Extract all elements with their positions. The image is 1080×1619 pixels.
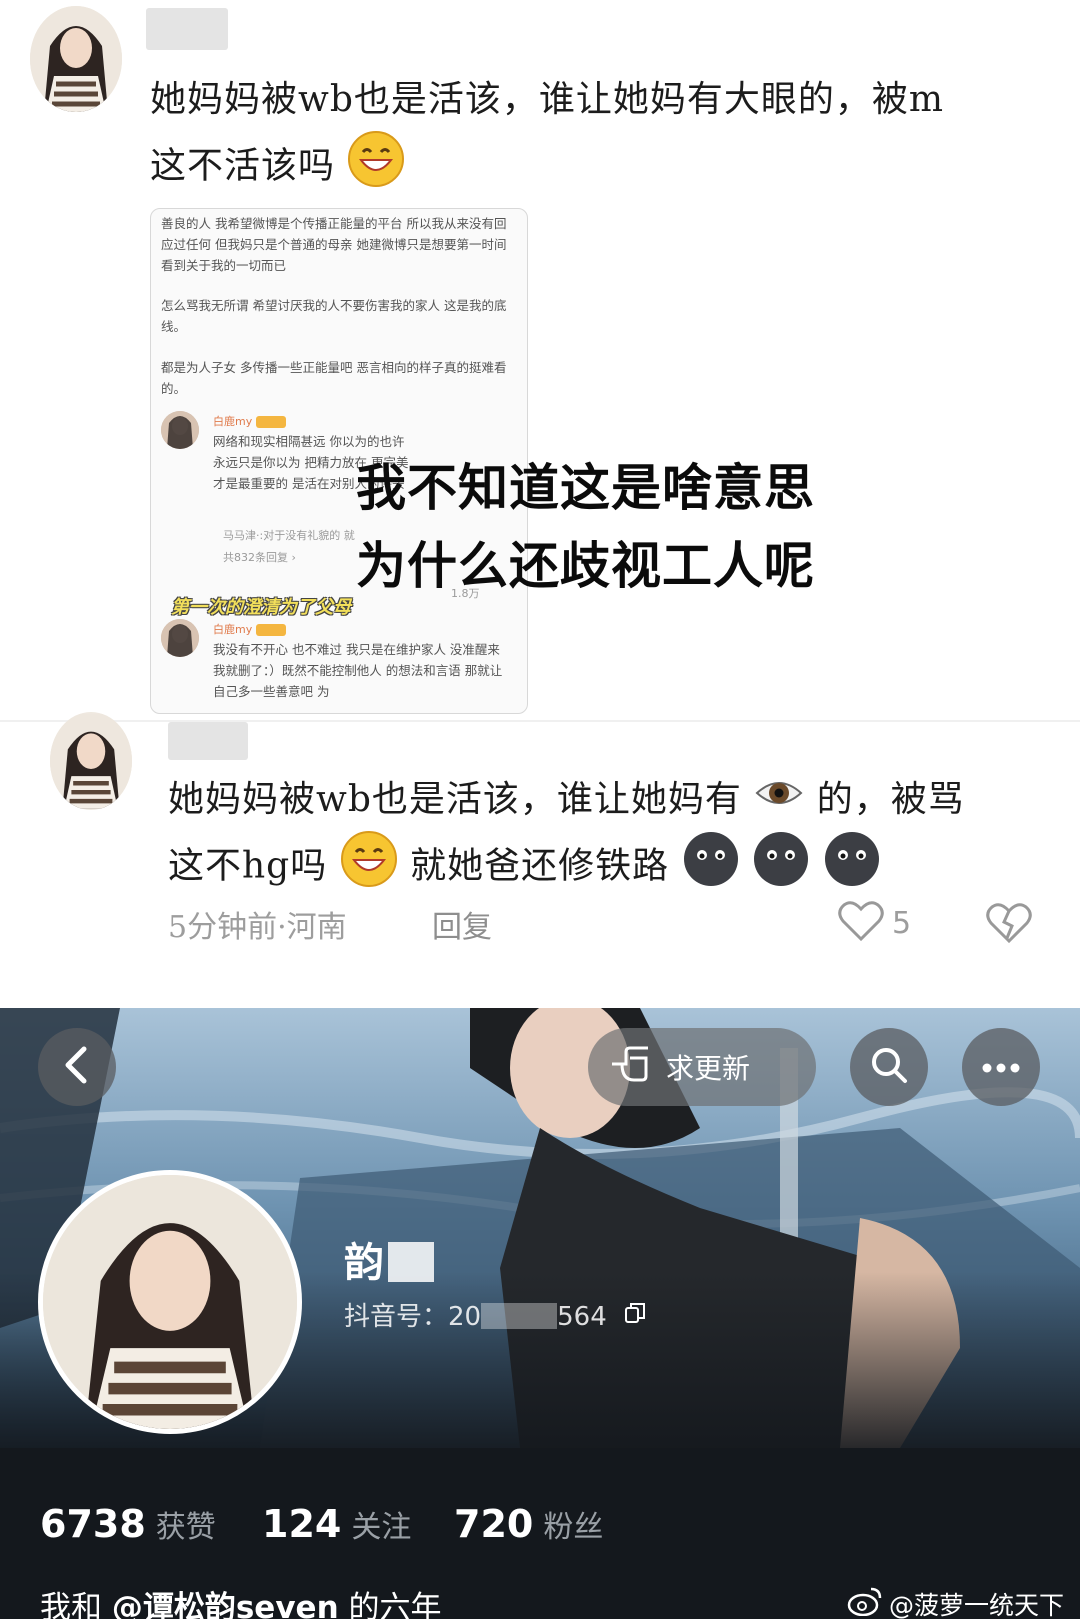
username-blurred[interactable] <box>146 8 228 50</box>
grin-emoji <box>347 130 405 207</box>
comment-1: 她妈妈被wb也是活该，谁让她妈有大眼的，被m 这不活该吗 善良的人 我希望微博是… <box>0 0 1080 720</box>
dark-face-emoji <box>682 830 740 907</box>
request-update-label: 求更新 <box>666 1052 751 1085</box>
profile-avatar[interactable] <box>38 1170 302 1434</box>
reply-username: 白鹿my <box>213 411 287 432</box>
heart-icon <box>838 900 884 946</box>
weibo-logo-icon <box>847 1586 883 1619</box>
username-blurred[interactable] <box>168 722 248 760</box>
stat-followers[interactable]: 720 粉丝 <box>454 1502 603 1546</box>
comment-text-b: 的，被骂 <box>816 779 965 820</box>
profile-bio: 我和 @谭松韵seven 的六年 <box>40 1582 442 1619</box>
search-icon <box>869 1045 909 1089</box>
profile-section: 求更新 韵 抖音号：20 564 6738 获赞 124 关注 720 粉丝 我… <box>0 1008 1080 1619</box>
comment-text-d: 就她爸还修铁路 <box>410 845 670 887</box>
reply-avatar <box>161 411 199 449</box>
profile-stats-bar: 6738 获赞 124 关注 720 粉丝 我和 @谭松韵seven 的六年 @菠萝一… <box>0 1448 1080 1619</box>
dark-face-emoji <box>752 830 810 907</box>
id-redaction <box>481 1303 558 1329</box>
reply-avatar-2 <box>161 619 199 657</box>
comment-line-2-wrap: 这不hg吗 就她爸还修铁路 <box>168 830 881 907</box>
name-redaction <box>388 1242 434 1282</box>
reply-button[interactable]: 回复 <box>432 902 492 946</box>
like-count: 5 <box>892 905 912 941</box>
back-icon <box>60 1045 94 1089</box>
more-icon <box>981 1058 1021 1077</box>
quote-para-1: 善良的人 我希望微博是个传播正能量的平台 所以我从来没有回应过任何 但我妈只是个… <box>161 216 507 273</box>
quote-para-3: 都是为人子女 多传播一些正能量吧 恶言相向的样子真的挺难看的。 <box>161 360 507 396</box>
stat-likes[interactable]: 6738 获赞 <box>40 1502 216 1546</box>
quote-para-2: 怎么骂我无所谓 希望讨厌我的人不要伤害我的家人 这是我的底线。 <box>161 298 507 334</box>
weibo-watermark: @菠萝一统天下 <box>847 1586 1064 1619</box>
reply-text-2: 我没有不开心 也不难过 我只是在维护家人 没准醒来我就删了：）既然不能控制他人 … <box>213 642 503 699</box>
like-button[interactable]: 5 <box>838 900 911 946</box>
dislike-button[interactable] <box>986 902 1032 948</box>
comment-2: 她妈妈被wb也是活该，谁让她妈有 的，被骂 这不hg吗 就她爸还修铁路 5分钟前… <box>0 712 1080 1008</box>
overlay-caption-1: 我不知道这是啥意思 <box>356 459 815 517</box>
copy-icon[interactable] <box>623 1302 647 1332</box>
douyin-id[interactable]: 抖音号：20 564 <box>344 1296 647 1333</box>
dark-face-emoji <box>823 830 881 907</box>
profile-name: 韵 <box>344 1230 434 1288</box>
eye-emoji <box>754 772 804 832</box>
commenter-avatar[interactable] <box>50 712 132 810</box>
overlay-caption-2: 为什么还歧视工人呢 <box>356 537 815 595</box>
back-button[interactable] <box>38 1028 116 1106</box>
bio-mention-link[interactable]: @谭松韵seven <box>112 1590 339 1619</box>
request-update-button[interactable]: 求更新 <box>588 1028 816 1106</box>
comment-text-line2-wrap: 这不活该吗 <box>150 130 405 207</box>
commenter-avatar[interactable] <box>30 6 122 112</box>
video-caption: 第一次的澄清为了父母 <box>171 597 351 618</box>
reply-count[interactable]: 共832条回复 › <box>223 547 296 568</box>
more-button[interactable] <box>962 1028 1040 1106</box>
broken-heart-icon <box>986 903 1032 948</box>
comment-text-a: 她妈妈被wb也是活该，谁让她妈有 <box>168 779 742 820</box>
comment-line-1: 她妈妈被wb也是活该，谁让她妈有大眼的，被m <box>150 79 944 120</box>
search-button[interactable] <box>850 1028 928 1106</box>
comment-text-c: 这不hg吗 <box>168 845 328 887</box>
comment-line-1-wrap: 她妈妈被wb也是活该，谁让她妈有 的，被骂 <box>168 770 965 832</box>
hand-point-icon <box>608 1044 652 1091</box>
stat-following[interactable]: 124 关注 <box>262 1502 411 1546</box>
timestamp-location: 5分钟前·河南 <box>168 910 347 945</box>
comment-line-2: 这不活该吗 <box>150 145 336 187</box>
grin-emoji <box>340 830 398 907</box>
reply-sub: 马马津·:对于没有礼貌的 就 <box>223 529 355 542</box>
reply-username-2: 白鹿my <box>213 619 287 640</box>
comment-text: 她妈妈被wb也是活该，谁让她妈有大眼的，被m <box>150 70 944 130</box>
